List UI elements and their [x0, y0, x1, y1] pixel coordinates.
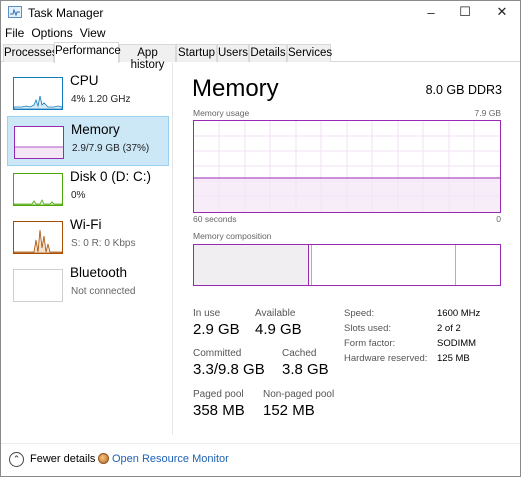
- task-manager-icon: [8, 6, 22, 18]
- disk-thumbnail-graph: [13, 173, 63, 206]
- resource-monitor-icon: [98, 453, 109, 464]
- paged-pool-label: Paged pool: [193, 389, 244, 400]
- close-icon[interactable]: ✕: [486, 1, 518, 23]
- memory-thumbnail-graph: [14, 126, 64, 159]
- hardware-reserved-label: Hardware reserved:: [344, 353, 428, 364]
- slots-used-label: Slots used:: [344, 323, 391, 334]
- tab-users[interactable]: Users: [217, 44, 249, 62]
- sidebar-item-memory[interactable]: Memory 2.9/7.9 GB (37%): [7, 116, 169, 166]
- sidebar-item-label: Bluetooth: [70, 265, 128, 280]
- open-resource-monitor-link[interactable]: Open Resource Monitor: [112, 453, 229, 465]
- menu-options[interactable]: Options: [27, 24, 75, 42]
- in-use-value: 2.9 GB: [193, 321, 240, 338]
- sidebar-item-label: Wi-Fi: [70, 217, 102, 232]
- tab-startup[interactable]: Startup: [176, 44, 217, 62]
- sidebar-item-label: CPU: [70, 73, 99, 88]
- minimize-icon[interactable]: –: [415, 1, 447, 23]
- tab-bar: Processes Performance App history Startu…: [1, 42, 520, 71]
- in-use-label: In use: [193, 308, 221, 319]
- form-factor-label: Form factor:: [344, 338, 396, 349]
- committed-label: Committed: [193, 348, 242, 359]
- tab-processes[interactable]: Processes: [3, 44, 58, 62]
- footer-bar: ⌃ Fewer details Open Resource Monitor: [1, 443, 520, 476]
- cached-label: Cached: [282, 348, 317, 359]
- composition-label: Memory composition: [193, 231, 272, 241]
- cached-value: 3.8 GB: [282, 361, 329, 378]
- non-paged-pool-label: Non-paged pool: [263, 389, 335, 400]
- committed-value: 3.3/9.8 GB: [193, 361, 265, 378]
- wifi-thumbnail-graph: [13, 221, 63, 254]
- chevron-up-icon[interactable]: ⌃: [9, 452, 24, 467]
- sidebar-item-label: Disk 0 (D: C:): [70, 169, 151, 184]
- sidebar-item-wifi[interactable]: Wi-Fi S: 0 R: 0 Kbps: [7, 212, 169, 262]
- slots-used-value: 2 of 2: [437, 323, 461, 334]
- menu-view[interactable]: View: [76, 24, 109, 42]
- usage-time-right: 0: [496, 214, 501, 224]
- cpu-thumbnail-graph: [13, 77, 63, 110]
- sidebar-item-label: Memory: [71, 122, 120, 137]
- usage-graph-max: 7.9 GB: [474, 108, 501, 118]
- available-value: 4.9 GB: [255, 321, 302, 338]
- composition-standby-divider: [455, 245, 456, 285]
- sidebar-item-detail: S: 0 R: 0 Kbps: [71, 238, 136, 249]
- maximize-icon[interactable]: ☐: [449, 1, 481, 23]
- hardware-reserved-value: 125 MB: [437, 353, 470, 364]
- memory-usage-graph: [193, 120, 501, 213]
- memory-composition-bar: [193, 244, 501, 286]
- page-title: Memory: [192, 75, 279, 102]
- usage-graph-label: Memory usage: [193, 108, 250, 118]
- fewer-details-link[interactable]: Fewer details: [30, 453, 95, 465]
- memory-detail-panel: Memory 8.0 GB DDR3 Memory usage 7.9 GB 6…: [177, 63, 517, 443]
- tab-services[interactable]: Services: [287, 44, 332, 62]
- window-title: Task Manager: [28, 6, 104, 20]
- composition-in-use: [194, 245, 309, 285]
- usage-time-left: 60 seconds: [193, 214, 237, 224]
- composition-modified: [310, 245, 312, 285]
- speed-value: 1600 MHz: [437, 308, 481, 319]
- menu-file[interactable]: File: [1, 24, 27, 42]
- sidebar-item-disk[interactable]: Disk 0 (D: C:) 0%: [7, 164, 169, 214]
- sidebar-item-bluetooth[interactable]: Bluetooth Not connected: [7, 260, 169, 310]
- resource-sidebar: CPU 4% 1.20 GHz Memory 2.9/7.9 GB (37%) …: [5, 63, 173, 435]
- menu-bar: File Options View: [1, 24, 520, 42]
- form-factor-value: SODIMM: [437, 338, 477, 349]
- bluetooth-thumbnail-graph: [13, 269, 63, 302]
- memory-spec: 8.0 GB DDR3: [425, 83, 502, 97]
- paged-pool-value: 358 MB: [193, 402, 245, 419]
- sidebar-item-cpu[interactable]: CPU 4% 1.20 GHz: [7, 68, 169, 118]
- sidebar-item-detail: 4% 1.20 GHz: [71, 94, 131, 105]
- speed-label: Speed:: [344, 308, 375, 319]
- usage-area: [194, 178, 500, 212]
- sidebar-item-detail: 0%: [71, 190, 86, 201]
- available-label: Available: [255, 308, 296, 319]
- sidebar-item-detail: Not connected: [71, 286, 136, 297]
- title-bar[interactable]: Task Manager – ☐ ✕: [1, 1, 520, 23]
- task-manager-window: Task Manager – ☐ ✕ File Options View Pro…: [0, 0, 521, 477]
- non-paged-pool-value: 152 MB: [263, 402, 315, 419]
- sidebar-item-detail: 2.9/7.9 GB (37%): [72, 143, 150, 154]
- tab-app-history[interactable]: App history: [119, 44, 176, 71]
- tab-performance[interactable]: Performance: [54, 42, 121, 63]
- tab-details[interactable]: Details: [249, 44, 287, 62]
